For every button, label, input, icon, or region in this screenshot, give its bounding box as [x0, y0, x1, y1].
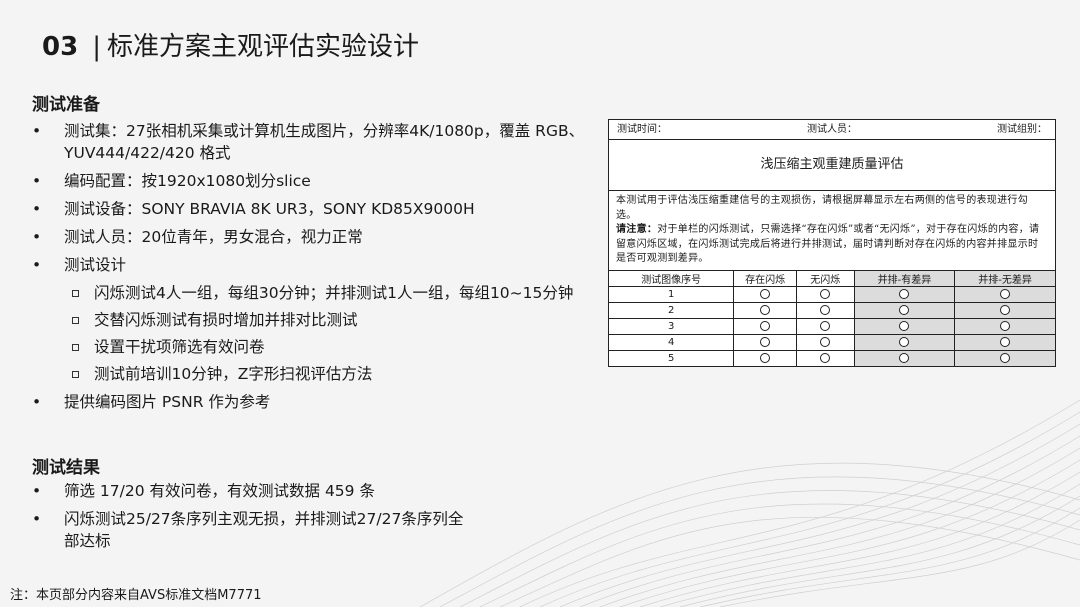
- row-number: 4: [609, 333, 735, 351]
- column-header: 无闪烁: [795, 270, 855, 287]
- square-bullet-icon: [72, 290, 79, 297]
- bullet-icon: •: [32, 482, 42, 500]
- test-group-label: 测试组别：: [997, 124, 1047, 135]
- title-text: 标准方案主观评估实验设计: [106, 32, 419, 62]
- radio-option[interactable]: [760, 304, 771, 315]
- radio-option[interactable]: [899, 288, 910, 299]
- radio-option[interactable]: [1000, 352, 1011, 363]
- radio-option[interactable]: [760, 320, 771, 331]
- table-row: 4: [609, 333, 1055, 351]
- radio-option[interactable]: [1000, 320, 1011, 331]
- sub-list-item: 测试前培训10分钟，Z字形扫视评估方法: [72, 363, 602, 385]
- radio-option[interactable]: [1000, 304, 1011, 315]
- list-item: • 闪烁测试25/27条序列主观无损，并排测试27/27条序列全部达标: [32, 510, 464, 550]
- test-design-sublist: 闪烁测试4人一组，每组30分钟；并排测试1人一组，每组10~15分钟 交替闪烁测…: [72, 282, 602, 385]
- table-row: 5: [609, 349, 1055, 366]
- title-separator: |: [92, 32, 101, 62]
- form-instructions: 本测试用于评估浅压缩重建信号的主观损伤，请根据屏幕显示左右两侧的信号的表现进行勾…: [609, 191, 1055, 271]
- form-header-row: 测试时间： 测试人员： 测试组别：: [609, 120, 1055, 140]
- radio-option[interactable]: [1000, 336, 1011, 347]
- radio-option[interactable]: [820, 320, 831, 331]
- radio-option[interactable]: [899, 352, 910, 363]
- row-number: 5: [609, 349, 735, 366]
- results-list: • 筛选 17/20 有效问卷，有效测试数据 459 条 • 闪烁测试25/27条序…: [32, 480, 472, 558]
- radio-option[interactable]: [899, 320, 910, 331]
- column-header: 并排-有差异: [853, 270, 956, 287]
- square-bullet-icon: [72, 371, 79, 378]
- column-header: 测试图像序号: [609, 270, 735, 287]
- radio-option[interactable]: [820, 336, 831, 347]
- radio-option[interactable]: [820, 288, 831, 299]
- bullet-icon: •: [32, 510, 42, 528]
- list-item: • 测试设计: [32, 256, 127, 274]
- column-header: 存在闪烁: [733, 270, 797, 287]
- square-bullet-icon: [72, 344, 79, 351]
- radio-option[interactable]: [1000, 288, 1011, 299]
- sub-list-item: 交替闪烁测试有损时增加并排对比测试: [72, 309, 602, 331]
- list-item: • 测试人员：20位青年，男女混合，视力正常: [32, 228, 363, 246]
- bullet-icon: •: [32, 256, 42, 274]
- table-header-row: 测试图像序号 存在闪烁 无闪烁 并排-有差异 并排-无差异: [609, 270, 1055, 287]
- bullet-icon: •: [32, 172, 42, 190]
- table-row: 1: [609, 285, 1055, 303]
- sub-list-item: 设置干扰项筛选有效问卷: [72, 336, 602, 358]
- radio-option[interactable]: [760, 288, 771, 299]
- radio-option[interactable]: [899, 304, 910, 315]
- column-header: 并排-无差异: [954, 270, 1055, 287]
- row-number: 1: [609, 285, 735, 303]
- row-number: 3: [609, 317, 735, 335]
- square-bullet-icon: [72, 317, 79, 324]
- radio-option[interactable]: [820, 352, 831, 363]
- prep-list: • 测试集：27张相机采集或计算机生成图片，分辨率4K/1080p，覆盖 RGB、…: [32, 120, 602, 419]
- list-item: • 编码配置：按1920x1080划分slice: [32, 172, 311, 190]
- radio-option[interactable]: [899, 336, 910, 347]
- footnote: 注：本页部分内容来自AVS标准文档M7771: [10, 588, 262, 603]
- form-title: 浅压缩主观重建质量评估: [609, 140, 1055, 191]
- evaluation-form: 测试时间： 测试人员： 测试组别： 浅压缩主观重建质量评估 本测试用于评估浅压缩…: [608, 119, 1056, 367]
- list-item: • 提供编码图片 PSNR 作为参考: [32, 393, 271, 411]
- form-intro: 本测试用于评估浅压缩重建信号的主观损伤，请根据屏幕显示左右两侧的信号的表现进行勾…: [616, 195, 1028, 221]
- list-item: • 筛选 17/20 有效问卷，有效测试数据 459 条: [32, 482, 375, 500]
- radio-option[interactable]: [760, 336, 771, 347]
- table-row: 3: [609, 317, 1055, 335]
- test-time-label: 测试时间：: [617, 124, 667, 135]
- bullet-icon: •: [32, 228, 42, 246]
- list-item: • 测试设备：SONY BRAVIA 8K UR3，SONY KD85X9000H: [32, 200, 475, 218]
- results-heading: 测试结果: [32, 458, 100, 478]
- tester-label: 测试人员：: [807, 124, 857, 135]
- radio-option[interactable]: [820, 304, 831, 315]
- rating-table: 测试图像序号 存在闪烁 无闪烁 并排-有差异 并排-无差异 1 2 3 4 5: [609, 270, 1055, 366]
- list-item: • 测试集：27张相机采集或计算机生成图片，分辨率4K/1080p，覆盖 RGB、…: [32, 122, 585, 162]
- bullet-icon: •: [32, 122, 42, 140]
- sub-list-item: 闪烁测试4人一组，每组30分钟；并排测试1人一组，每组10~15分钟: [72, 282, 602, 304]
- form-note: 请注意：对于单栏的闪烁测试，只需选择“存在闪烁”或者“无闪烁”，对于存在闪烁的内…: [616, 224, 1040, 264]
- prep-heading: 测试准备: [32, 95, 100, 115]
- radio-option[interactable]: [760, 352, 771, 363]
- bullet-icon: •: [32, 393, 42, 411]
- row-number: 2: [609, 301, 735, 319]
- table-row: 2: [609, 301, 1055, 319]
- bullet-icon: •: [32, 200, 42, 218]
- page-title: 03 | 标准方案主观评估实验设计: [42, 26, 419, 63]
- section-number: 03: [42, 32, 79, 62]
